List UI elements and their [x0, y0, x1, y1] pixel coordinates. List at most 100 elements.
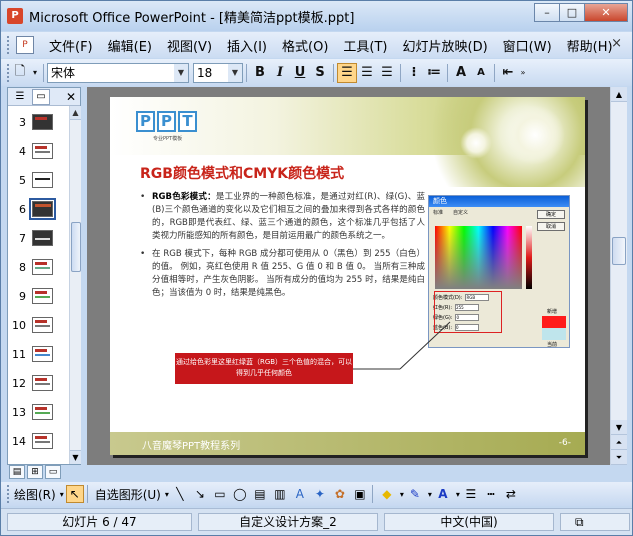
menu-insert[interactable]: 插入(I): [227, 36, 267, 55]
dash-style-icon[interactable]: ┅: [482, 485, 500, 503]
thumbnail-row[interactable]: 7: [12, 230, 53, 246]
italic-button[interactable]: I: [270, 63, 290, 83]
thumbnail-row[interactable]: 5: [12, 172, 53, 188]
document-icon[interactable]: P: [16, 36, 34, 54]
slide-thumbnail-selected[interactable]: [29, 198, 56, 220]
slide-thumbnail[interactable]: [32, 375, 53, 391]
dropdown-arrow-icon[interactable]: ▾: [30, 63, 40, 83]
size-dropdown-icon[interactable]: ▼: [228, 63, 242, 82]
menu-edit[interactable]: 编辑(E): [108, 36, 152, 55]
slide-canvas[interactable]: P P T 专业PPT模板 RGB颜色模式和CMYK颜色模式 • RGB色彩模式…: [110, 97, 585, 455]
slides-tab-icon[interactable]: ▭: [32, 88, 50, 105]
slide-thumbnail[interactable]: [32, 172, 53, 188]
slide-thumbnail[interactable]: [32, 143, 53, 159]
normal-view-icon[interactable]: ▤: [9, 465, 25, 479]
line-color-dropdown-icon[interactable]: ▾: [428, 490, 432, 499]
scroll-down-icon[interactable]: ▼: [611, 420, 627, 435]
align-right-icon[interactable]: ☰: [377, 63, 397, 83]
slide-thumbnail[interactable]: [32, 288, 53, 304]
picture-icon[interactable]: ▣: [351, 485, 369, 503]
draw-dropdown-icon[interactable]: ▾: [60, 490, 64, 499]
oval-icon[interactable]: ◯: [231, 485, 249, 503]
decrease-font-icon[interactable]: A: [471, 63, 491, 83]
document-close-icon[interactable]: ×: [611, 36, 622, 51]
font-color-dropdown-icon[interactable]: ▾: [456, 490, 460, 499]
slide-scrollbar[interactable]: ▲ ▼ ⏶ ⏷: [610, 87, 627, 465]
outdent-icon[interactable]: ⇤: [498, 63, 518, 83]
arrow-icon[interactable]: ↘: [191, 485, 209, 503]
next-slide-icon[interactable]: ⏷: [611, 450, 627, 465]
menu-window[interactable]: 窗口(W): [503, 36, 552, 55]
previous-slide-icon[interactable]: ⏶: [611, 435, 627, 450]
callout-box[interactable]: 通过给色彩里这里红绿蓝（RGB）三个色值的混合，可以得到几乎任何颜色: [175, 353, 353, 384]
thumbnail-row[interactable]: 4: [12, 143, 53, 159]
diagram-icon[interactable]: ✦: [311, 485, 329, 503]
slide-thumbnail[interactable]: [32, 259, 53, 275]
thumbnail-row[interactable]: 9: [12, 288, 53, 304]
align-left-icon[interactable]: ☰: [337, 62, 357, 83]
slideshow-view-icon[interactable]: ▭: [45, 465, 61, 479]
thumbnail-row[interactable]: 12: [12, 375, 53, 391]
toolbar-grip[interactable]: [7, 36, 10, 54]
scroll-thumb[interactable]: [612, 237, 626, 265]
line-style-icon[interactable]: ☰: [462, 485, 480, 503]
scroll-thumb[interactable]: [71, 222, 81, 272]
toolbar-grip[interactable]: [7, 485, 10, 503]
slide-thumbnail[interactable]: [32, 114, 53, 130]
font-color-icon[interactable]: A: [434, 485, 452, 503]
underline-button[interactable]: U: [290, 63, 310, 83]
fill-dropdown-icon[interactable]: ▾: [400, 490, 404, 499]
wordart-icon[interactable]: A: [291, 485, 309, 503]
new-document-icon[interactable]: 🗋: [10, 63, 30, 83]
thumbnail-row[interactable]: 13: [12, 404, 53, 420]
scroll-up-icon[interactable]: ▲: [611, 87, 627, 102]
autoshapes-dropdown-icon[interactable]: ▾: [165, 490, 169, 499]
autoshapes-menu[interactable]: 自选图形(U): [95, 486, 161, 503]
line-icon[interactable]: ╲: [171, 485, 189, 503]
slide-thumbnail[interactable]: [32, 346, 53, 362]
slide-sorter-icon[interactable]: ⊞: [27, 465, 43, 479]
thumbnail-row[interactable]: 6: [12, 198, 56, 220]
pane-close-icon[interactable]: ✕: [66, 90, 76, 104]
increase-font-icon[interactable]: A: [451, 63, 471, 83]
thumbnail-row[interactable]: 8: [12, 259, 53, 275]
shadow-button[interactable]: S: [310, 63, 330, 83]
menu-view[interactable]: 视图(V): [167, 36, 212, 55]
rectangle-icon[interactable]: ▭: [211, 485, 229, 503]
clipart-icon[interactable]: ✿: [331, 485, 349, 503]
menu-slideshow[interactable]: 幻灯片放映(D): [403, 36, 488, 55]
numbered-list-icon[interactable]: ⁝: [404, 63, 424, 83]
close-button[interactable]: ✕: [584, 3, 628, 22]
minimize-button[interactable]: –: [534, 3, 560, 22]
thumbnail-row[interactable]: 14: [12, 433, 53, 449]
select-arrow-icon[interactable]: ↖: [65, 485, 84, 503]
scroll-down-icon[interactable]: ▼: [70, 450, 81, 464]
align-center-icon[interactable]: ☰: [357, 63, 377, 83]
thumbnail-row[interactable]: 11: [12, 346, 53, 362]
draw-menu[interactable]: 绘图(R): [14, 486, 56, 503]
slide-thumbnail[interactable]: [32, 404, 53, 420]
bullet-list-icon[interactable]: ≔: [424, 63, 444, 83]
bold-button[interactable]: B: [250, 63, 270, 83]
fill-color-icon[interactable]: ◆: [378, 485, 396, 503]
scroll-up-icon[interactable]: ▲: [70, 106, 81, 120]
menu-format[interactable]: 格式(O): [282, 36, 328, 55]
font-size-combo[interactable]: 18 ▼: [193, 62, 243, 83]
menu-help[interactable]: 帮助(H): [567, 36, 613, 55]
slide-thumbnail[interactable]: [32, 317, 53, 333]
thumbnail-row[interactable]: 10: [12, 317, 53, 333]
thumbnail-row[interactable]: 3: [12, 114, 53, 130]
menu-file[interactable]: 文件(F): [49, 36, 93, 55]
outline-tab-icon[interactable]: ☰: [11, 89, 29, 105]
maximize-button[interactable]: □: [559, 3, 585, 22]
toolbar-options-icon[interactable]: »: [518, 63, 528, 83]
font-dropdown-icon[interactable]: ▼: [174, 63, 188, 82]
thumbnails-scrollbar[interactable]: ▲ ▼: [69, 106, 81, 464]
font-name-combo[interactable]: 宋体 ▼: [47, 62, 189, 83]
line-color-icon[interactable]: ✎: [406, 485, 424, 503]
slide-thumbnail[interactable]: [32, 230, 53, 246]
textbox-icon[interactable]: ▤: [251, 485, 269, 503]
menu-tools[interactable]: 工具(T): [343, 36, 387, 55]
slide-thumbnail[interactable]: [32, 433, 53, 449]
spelling-status-icon[interactable]: ⧉: [560, 513, 630, 531]
